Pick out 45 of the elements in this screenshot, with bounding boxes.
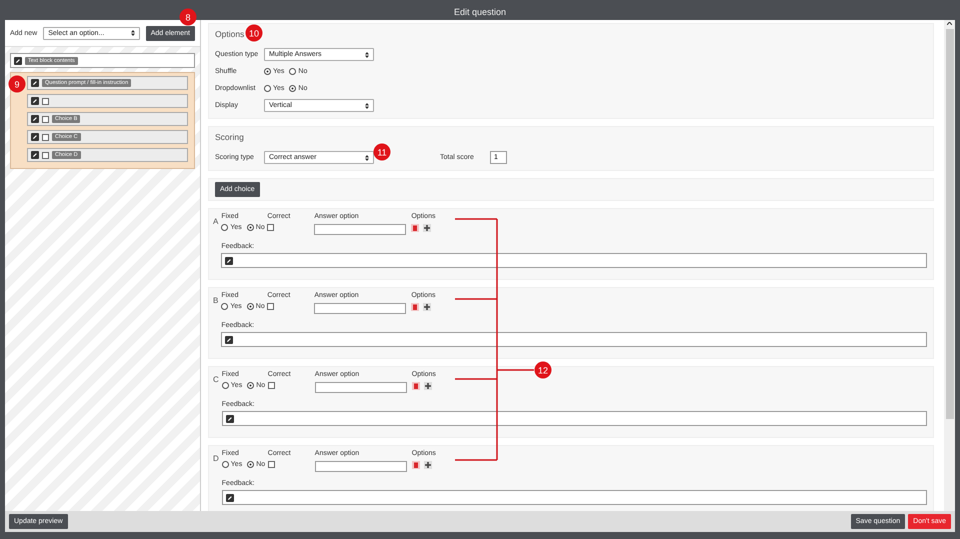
pencil-icon[interactable]: [225, 256, 234, 264]
move-icon[interactable]: [423, 224, 432, 232]
choice-letter: C: [213, 375, 219, 386]
pencil-icon[interactable]: [31, 97, 39, 105]
checkbox[interactable]: [267, 224, 274, 231]
feedback-field[interactable]: [222, 411, 927, 426]
feedback-field[interactable]: [221, 253, 927, 268]
choice-letter: D: [213, 454, 219, 465]
move-icon[interactable]: [424, 461, 432, 469]
section-title: Options: [215, 28, 244, 40]
checkbox[interactable]: [42, 116, 49, 122]
checkbox[interactable]: [42, 98, 49, 104]
answer-field[interactable]: [314, 303, 406, 314]
feedback-field[interactable]: [221, 332, 927, 347]
pencil-icon[interactable]: [31, 115, 39, 123]
pencil-icon[interactable]: [31, 151, 39, 159]
answer-field[interactable]: [314, 382, 407, 393]
window-title: Edit question: [454, 6, 506, 16]
move-icon[interactable]: [423, 303, 432, 311]
pencil-icon[interactable]: [226, 494, 234, 502]
callout-marker: 8: [180, 8, 196, 26]
feedback-field[interactable]: [222, 490, 927, 505]
pencil-icon[interactable]: [14, 56, 22, 64]
checkbox[interactable]: [268, 461, 275, 468]
answer-field[interactable]: [314, 461, 407, 472]
checkbox[interactable]: [42, 152, 49, 158]
caret-icon: [365, 102, 369, 108]
pencil-icon[interactable]: [31, 133, 39, 141]
checkbox[interactable]: [268, 382, 275, 389]
checkbox[interactable]: [42, 134, 49, 140]
scrollbar[interactable]: [944, 20, 955, 511]
pencil-icon[interactable]: [31, 79, 39, 87]
move-icon[interactable]: [424, 382, 432, 390]
caret-icon: [365, 52, 369, 58]
choice-item[interactable]: [27, 94, 188, 108]
section-title: Scoring: [215, 131, 244, 143]
caret-up-icon[interactable]: [947, 22, 952, 25]
answer-field[interactable]: [314, 224, 406, 235]
choice-letter: B: [213, 296, 218, 307]
pencil-icon[interactable]: [225, 336, 234, 344]
caret-icon: [365, 154, 369, 160]
checkbox[interactable]: [267, 303, 274, 310]
caret-icon: [130, 30, 135, 36]
pencil-icon[interactable]: [226, 414, 234, 422]
choice-letter: A: [213, 217, 218, 228]
